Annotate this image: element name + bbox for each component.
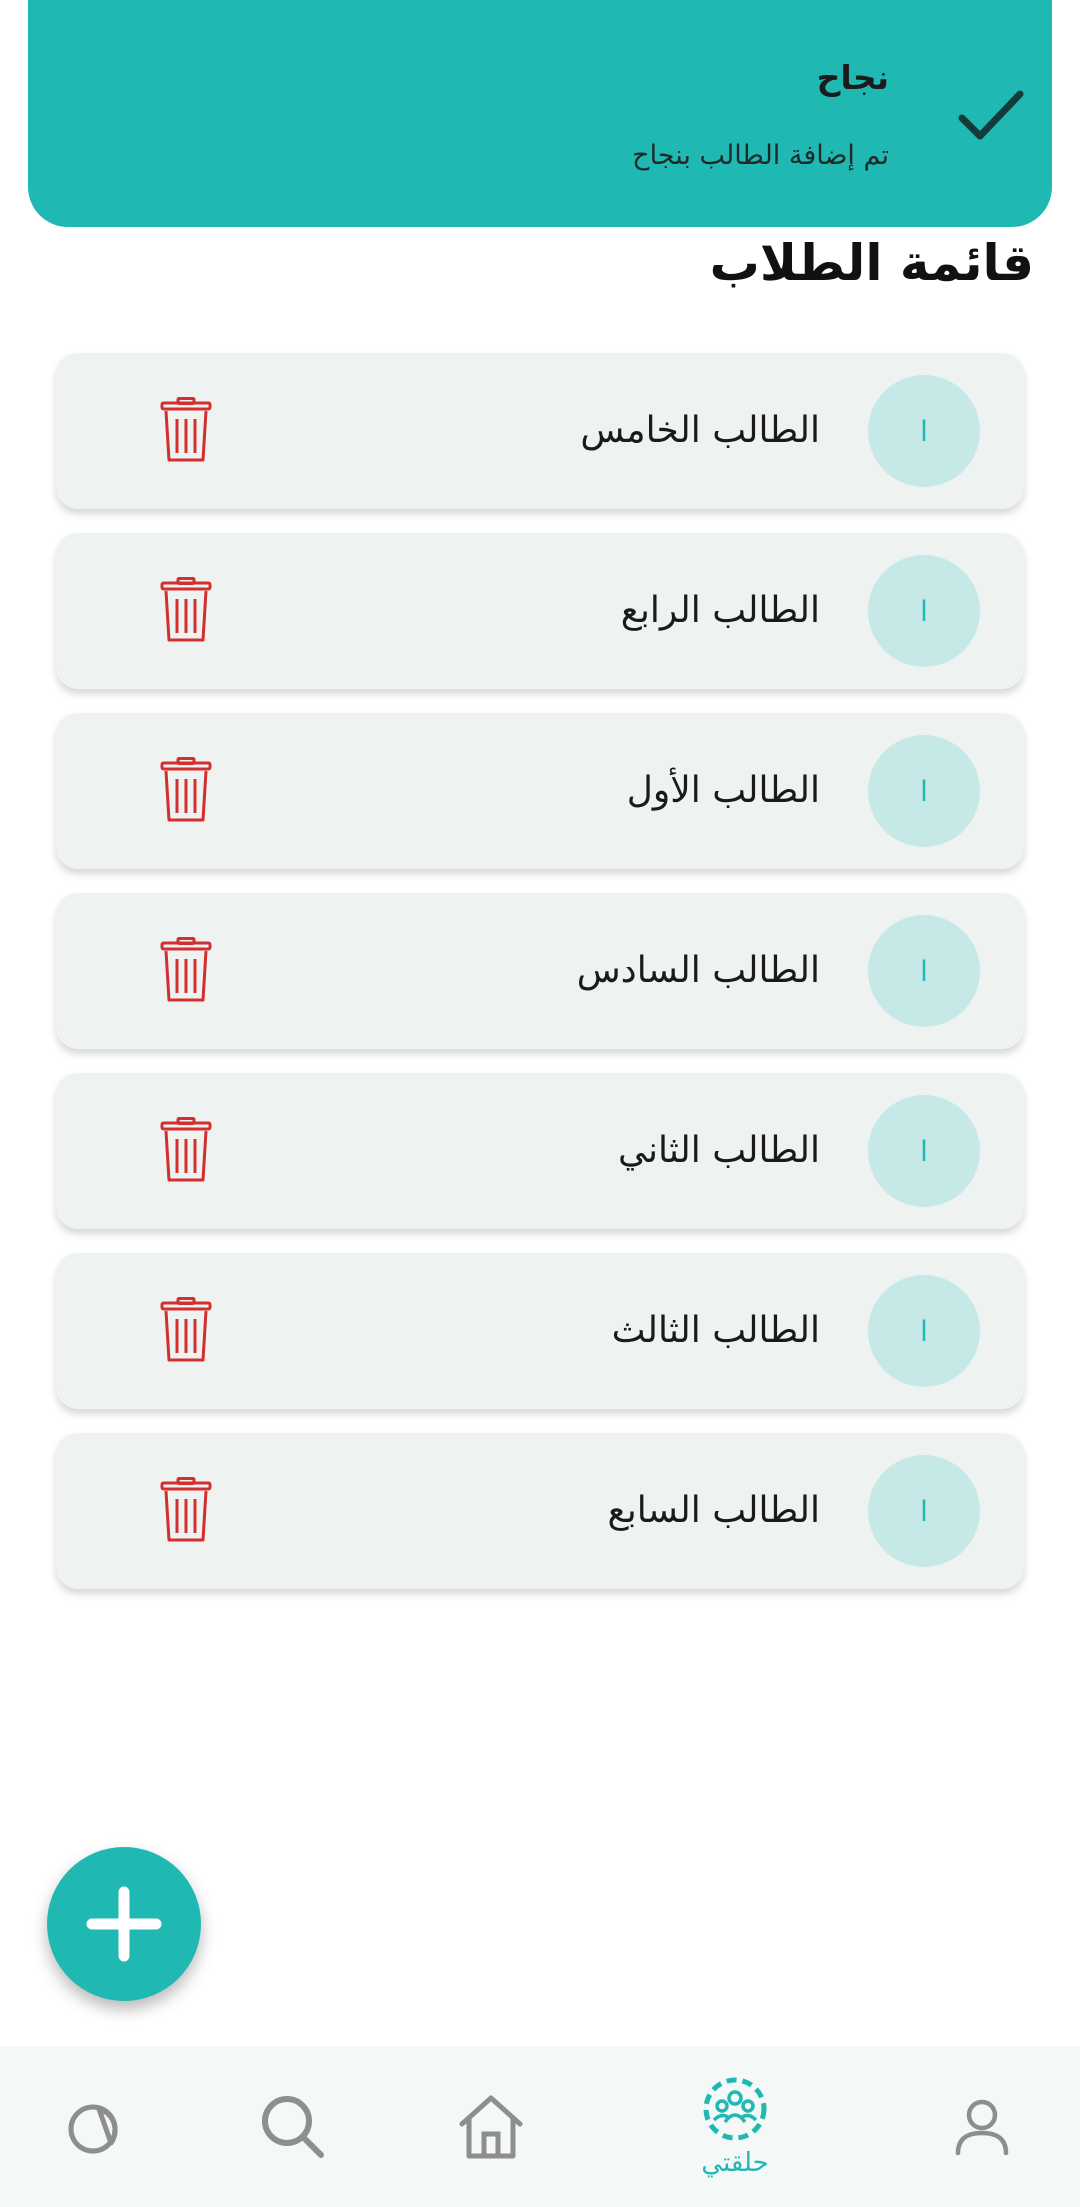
trash-icon[interactable]	[159, 1297, 213, 1363]
student-name: الطالب الخامس	[580, 410, 820, 451]
add-student-button[interactable]	[47, 1847, 201, 2001]
student-card[interactable]: ا الطالب السابع	[56, 1433, 1024, 1589]
trash-icon[interactable]	[159, 937, 213, 1003]
student-name: الطالب الثالث	[611, 1310, 820, 1351]
profile-icon	[955, 2099, 1009, 2155]
toast-title: نجاح	[816, 58, 889, 97]
group-icon	[703, 2077, 767, 2140]
student-name: الطالب السادس	[576, 950, 820, 991]
nav-item-search[interactable]	[218, 2046, 368, 2207]
student-card[interactable]: ا الطالب السادس	[56, 893, 1024, 1049]
student-card[interactable]: ا الطالب الرابع	[56, 533, 1024, 689]
student-name: الطالب الأول	[626, 770, 820, 811]
student-card[interactable]: ا الطالب الخامس	[56, 353, 1024, 509]
bottom-navigation: حلقتي	[0, 2046, 1080, 2207]
student-avatar: ا	[868, 1275, 980, 1387]
student-name: الطالب الثاني	[617, 1130, 820, 1171]
nav-item-home[interactable]	[416, 2046, 566, 2207]
search-icon	[262, 2095, 324, 2158]
toast-message: تم إضافة الطالب بنجاح	[632, 140, 889, 171]
trash-icon[interactable]	[159, 397, 213, 463]
student-name: الطالب السابع	[607, 1490, 820, 1531]
home-icon	[459, 2095, 523, 2158]
student-card[interactable]: ا الطالب الثاني	[56, 1073, 1024, 1229]
success-toast[interactable]: نجاح تم إضافة الطالب بنجاح	[28, 0, 1052, 227]
student-name: الطالب الرابع	[620, 590, 820, 631]
nav-label-my-circle: حلقتي	[701, 2147, 769, 2178]
nav-item-statistics[interactable]	[22, 2046, 172, 2207]
student-card[interactable]: ا الطالب الأول	[56, 713, 1024, 869]
student-avatar: ا	[868, 555, 980, 667]
page-title: قائمة الطلاب	[709, 234, 1034, 292]
student-avatar: ا	[868, 1095, 980, 1207]
trash-icon[interactable]	[159, 1477, 213, 1543]
student-avatar: ا	[868, 375, 980, 487]
pie-chart-icon	[68, 2104, 118, 2153]
check-icon	[958, 90, 1024, 140]
student-list: ا الطالب الخامس ا الطالب الرابع ا الطالب…	[56, 353, 1024, 1613]
student-avatar: ا	[868, 735, 980, 847]
student-card[interactable]: ا الطالب الثالث	[56, 1253, 1024, 1409]
nav-item-my-circle[interactable]: حلقتي	[660, 2046, 810, 2207]
plus-icon	[86, 1886, 162, 1962]
trash-icon[interactable]	[159, 577, 213, 643]
app-screen: نجاح تم إضافة الطالب بنجاح قائمة الطلاب …	[0, 0, 1080, 2207]
student-avatar: ا	[868, 915, 980, 1027]
trash-icon[interactable]	[159, 757, 213, 823]
student-avatar: ا	[868, 1455, 980, 1567]
trash-icon[interactable]	[159, 1117, 213, 1183]
nav-item-profile[interactable]	[907, 2046, 1057, 2207]
